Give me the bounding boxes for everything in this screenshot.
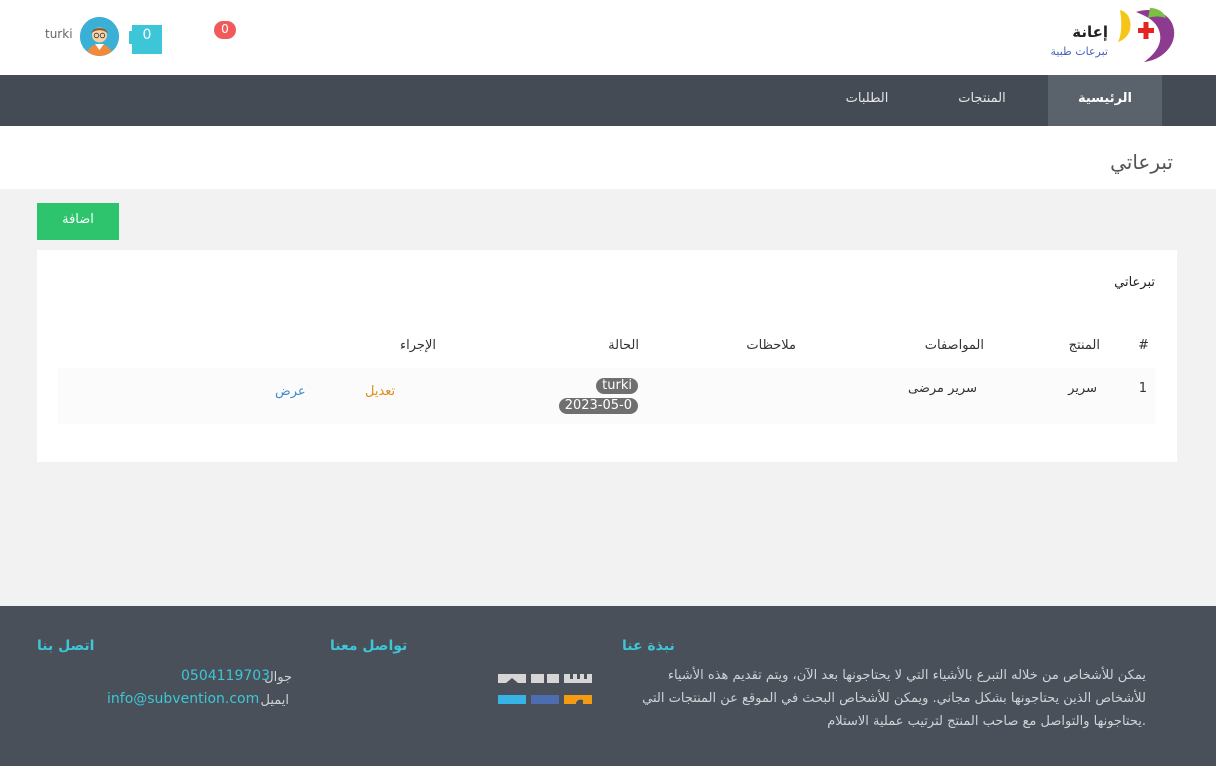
cart-count-badge[interactable]: 0 [132,25,162,54]
site-footer: نبذة عنا يمكن للأشخاص من خلاله التبرع با… [0,606,1216,766]
notification-count-badge[interactable]: 0 [214,21,236,39]
phone-link[interactable]: 0504119703 [181,668,270,684]
avatar-person-icon [80,17,119,56]
row-specs: سرير مرضى [908,381,977,396]
email-icon[interactable] [498,674,526,704]
column-header-index: # [1138,338,1149,353]
status-date-badge: 2023-05-0 [558,398,638,414]
row-index: 1 [1138,381,1147,396]
column-header-action: الإجراء [400,338,436,353]
column-header-specs: المواصفات [924,338,984,353]
table-row [58,368,1155,424]
top-header: إعانة تبرعات طبية turki 0 0 [0,0,1216,75]
social-icons [498,674,592,704]
page-title: تبرعاتي [1110,150,1173,174]
add-donation-button[interactable]: اضافة [37,203,119,240]
view-link[interactable]: عرض [275,384,306,399]
column-header-notes: ملاحظات [746,338,796,353]
email-link[interactable]: info@subvention.com [107,691,259,707]
status-user-badge: turki [596,378,638,394]
donations-card: تبرعاتي # المنتج المواصفات ملاحظات الحال… [37,250,1177,462]
row-product: سرير [1068,381,1097,396]
footer-social-title: تواصل معنا [330,638,408,654]
column-header-product: المنتج [1068,338,1100,353]
footer-about-title: نبذة عنا [622,638,675,654]
user-name[interactable]: turki [45,27,73,41]
footer-about-text: يمكن للأشخاص من خلاله التبرع بالأشياء ال… [642,668,1146,729]
nav-item-home[interactable]: الرئيسية [1048,75,1162,126]
main-nav: الرئيسية المنتجات الطلبات [0,75,1216,126]
email-label: ايميل [260,693,289,708]
footer-contact-title: اتصل بنا [37,638,95,654]
logo-title: إعانة [1072,23,1108,41]
site-logo[interactable]: إعانة تبرعات طبية [1031,6,1176,64]
edit-link[interactable]: تعديل [365,384,395,399]
page-header: تبرعاتي [0,126,1216,189]
nav-item-products[interactable]: المنتجات [940,75,1024,126]
card-title: تبرعاتي [1114,275,1155,290]
logo-mark-icon [1118,8,1175,63]
rss-icon[interactable] [564,674,592,704]
facebook-icon[interactable] [531,674,559,704]
column-header-status: الحالة [608,338,639,353]
logo-subtitle: تبرعات طبية [1050,45,1108,58]
user-avatar[interactable] [80,17,119,56]
nav-item-requests[interactable]: الطلبات [828,75,906,126]
